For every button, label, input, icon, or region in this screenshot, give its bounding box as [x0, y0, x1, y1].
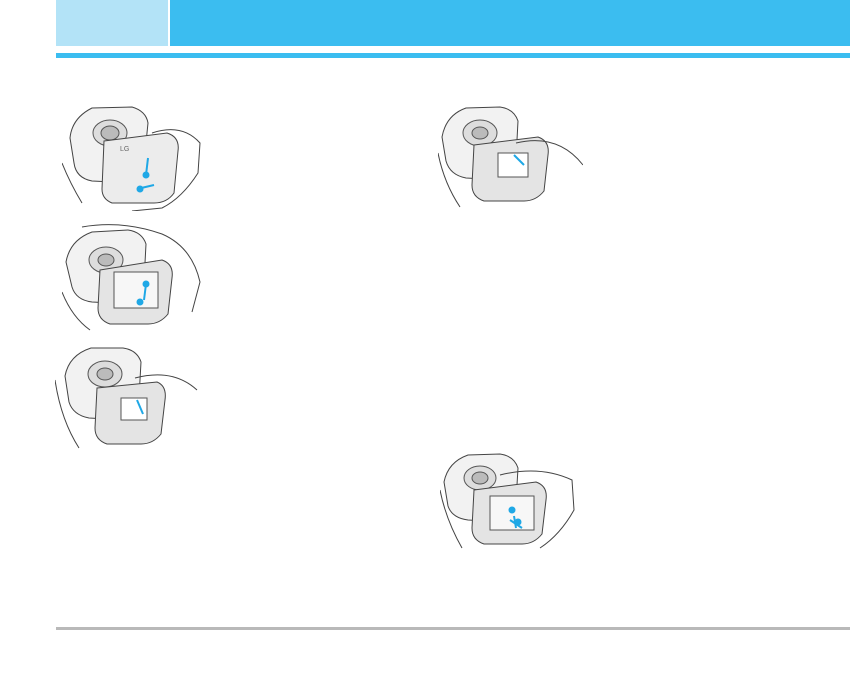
battery-lift-illustration: [62, 222, 202, 332]
footer-rule: [56, 627, 850, 630]
battery-insert-illustration: [440, 450, 580, 550]
header-bar: [170, 0, 850, 46]
sim-slide-illustration: [55, 340, 200, 450]
brand-logo: LG: [120, 146, 129, 153]
header-rule: [56, 53, 850, 58]
sim-insert-illustration: [438, 103, 583, 211]
header-tab: [56, 0, 168, 46]
phone-back-cover-illustration: LG: [62, 103, 202, 211]
